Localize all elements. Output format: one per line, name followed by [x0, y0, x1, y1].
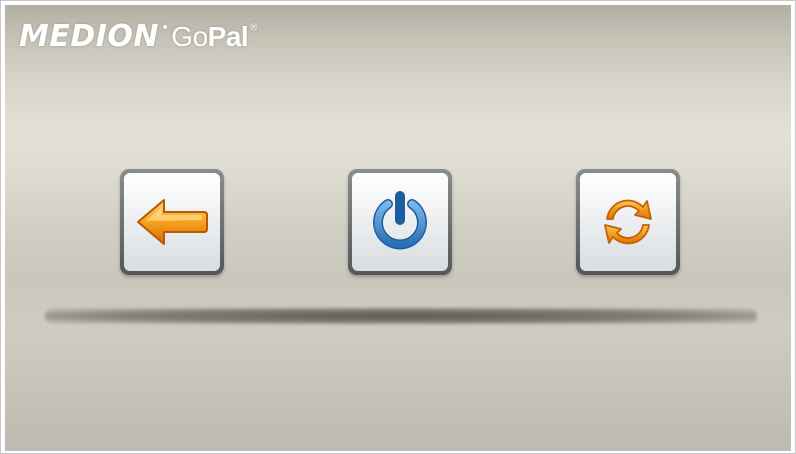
app-window: MEDION • GoPal ® [0, 0, 796, 454]
medion-gopal-logo: MEDION • GoPal ® [19, 19, 258, 55]
logo-brand: MEDION [19, 19, 160, 54]
logo-product-light: Go [171, 21, 208, 52]
power-icon [368, 190, 432, 254]
power-button[interactable] [348, 169, 452, 275]
back-button-face[interactable] [124, 173, 220, 271]
arrow-left-icon [134, 194, 210, 250]
screen: MEDION • GoPal ® [5, 5, 791, 451]
refresh-button-face[interactable] [580, 173, 676, 271]
logo-trademark: ® [249, 23, 259, 33]
divider-shadow [45, 308, 757, 324]
back-button[interactable] [120, 169, 224, 275]
refresh-icon [595, 189, 661, 255]
power-button-face[interactable] [352, 173, 448, 271]
logo-dot: • [161, 20, 170, 36]
logo-product: GoPal [171, 21, 248, 53]
refresh-button[interactable] [576, 169, 680, 275]
logo-product-bold: Pal [207, 21, 249, 52]
